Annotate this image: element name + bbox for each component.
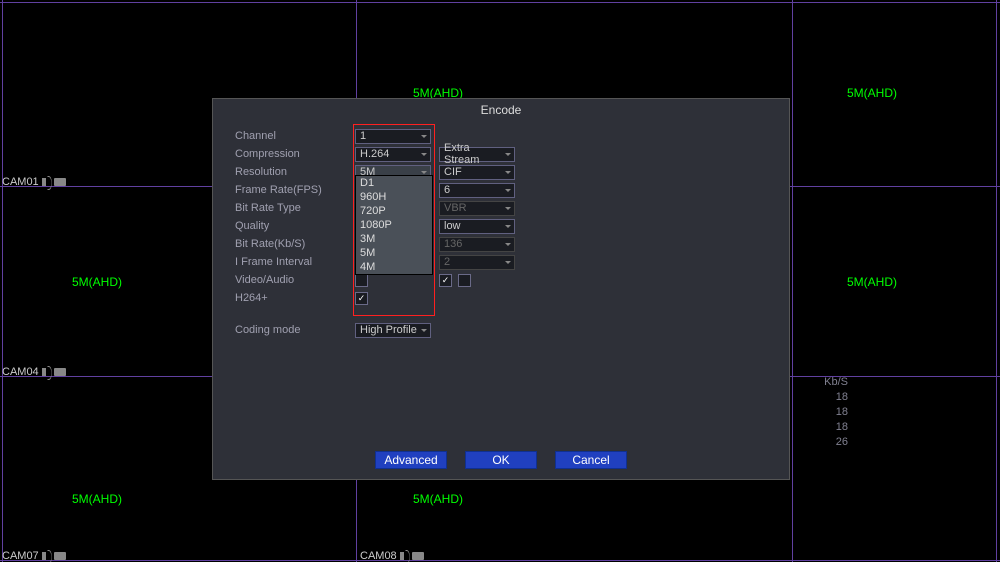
h264plus-check[interactable] (355, 292, 368, 305)
cell-resolution-label: 5M(AHD) (413, 492, 463, 506)
extra-video-check[interactable] (439, 274, 452, 287)
mute-icon (42, 552, 52, 560)
chevron-down-icon (504, 258, 512, 267)
extra-quality-select[interactable]: low (439, 219, 515, 234)
chevron-down-icon (504, 186, 512, 195)
label-fps: Frame Rate(FPS) (235, 184, 335, 196)
mute-icon (42, 368, 52, 376)
mute-icon (400, 552, 410, 560)
label-brtype: Bit Rate Type (235, 202, 335, 214)
label-va: Video/Audio (235, 274, 335, 286)
encode-dialog: Encode Channel 1 Compression H.264 Resol… (212, 98, 790, 480)
cam-label: CAM07 (2, 550, 66, 562)
extra-bitrate-select: 136 (439, 237, 515, 252)
label-channel: Channel (235, 130, 335, 142)
chevron-down-icon (420, 150, 428, 159)
chevron-down-icon (504, 204, 512, 213)
cam-label: CAM04 (2, 366, 66, 378)
kbs-header: Kb/S (824, 375, 848, 390)
chevron-down-icon (504, 240, 512, 249)
cam-label: CAM08 (360, 550, 424, 562)
chevron-down-icon (504, 168, 512, 177)
cell-resolution-label: 5M(AHD) (847, 275, 897, 289)
chevron-down-icon (420, 326, 428, 335)
label-coding: Coding mode (235, 324, 335, 336)
res-opt-3m[interactable]: 3M (356, 232, 432, 246)
chevron-down-icon (504, 222, 512, 231)
extra-stream-select[interactable]: Extra Stream (439, 147, 515, 162)
video-audio-check-1[interactable] (355, 274, 368, 287)
extra-audio-check[interactable] (458, 274, 471, 287)
extra-brtype-select: VBR (439, 201, 515, 216)
label-compression: Compression (235, 148, 335, 160)
chevron-down-icon (420, 132, 428, 141)
res-opt-4m[interactable]: 4M (356, 260, 432, 274)
res-opt-960h[interactable]: 960H (356, 190, 432, 204)
label-resolution: Resolution (235, 166, 335, 178)
cell-resolution-label: 5M(AHD) (847, 86, 897, 100)
chevron-down-icon (504, 150, 512, 159)
channel-select[interactable]: 1 (355, 129, 431, 144)
camera-icon (54, 552, 66, 560)
label-h264p: H264+ (235, 292, 335, 304)
extra-iframe-select: 2 (439, 255, 515, 270)
cam-label: CAM01 (2, 176, 66, 188)
res-opt-1080p[interactable]: 1080P (356, 218, 432, 232)
label-bitrate: Bit Rate(Kb/S) (235, 238, 335, 250)
camera-icon (54, 368, 66, 376)
res-opt-720p[interactable]: 720P (356, 204, 432, 218)
cancel-button[interactable]: Cancel (555, 451, 627, 469)
camera-icon (54, 178, 66, 186)
compression-select[interactable]: H.264 (355, 147, 431, 162)
cell-resolution-label: 5M(AHD) (72, 492, 122, 506)
cell-resolution-label: 5M(AHD) (72, 275, 122, 289)
label-iframe: I Frame Interval (235, 256, 335, 268)
mute-icon (42, 178, 52, 186)
bitrate-stats: Kb/S 18 18 18 26 (824, 375, 848, 450)
encode-form: Channel 1 Compression H.264 Resolution 5… (235, 127, 431, 339)
res-opt-d1[interactable]: D1 (356, 176, 432, 190)
camera-icon (412, 552, 424, 560)
ok-button[interactable]: OK (465, 451, 537, 469)
advanced-button[interactable]: Advanced (375, 451, 447, 469)
dialog-title: Encode (213, 99, 789, 125)
coding-mode-select[interactable]: High Profile (355, 323, 431, 338)
label-quality: Quality (235, 220, 335, 232)
res-opt-5m[interactable]: 5M (356, 246, 432, 260)
extra-stream-column: Extra Stream CIF 6 VBR low 136 2 (439, 145, 515, 289)
extra-res-select[interactable]: CIF (439, 165, 515, 180)
resolution-dropdown[interactable]: D1 960H 720P 1080P 3M 5M 4M (355, 175, 433, 275)
extra-fps-select[interactable]: 6 (439, 183, 515, 198)
